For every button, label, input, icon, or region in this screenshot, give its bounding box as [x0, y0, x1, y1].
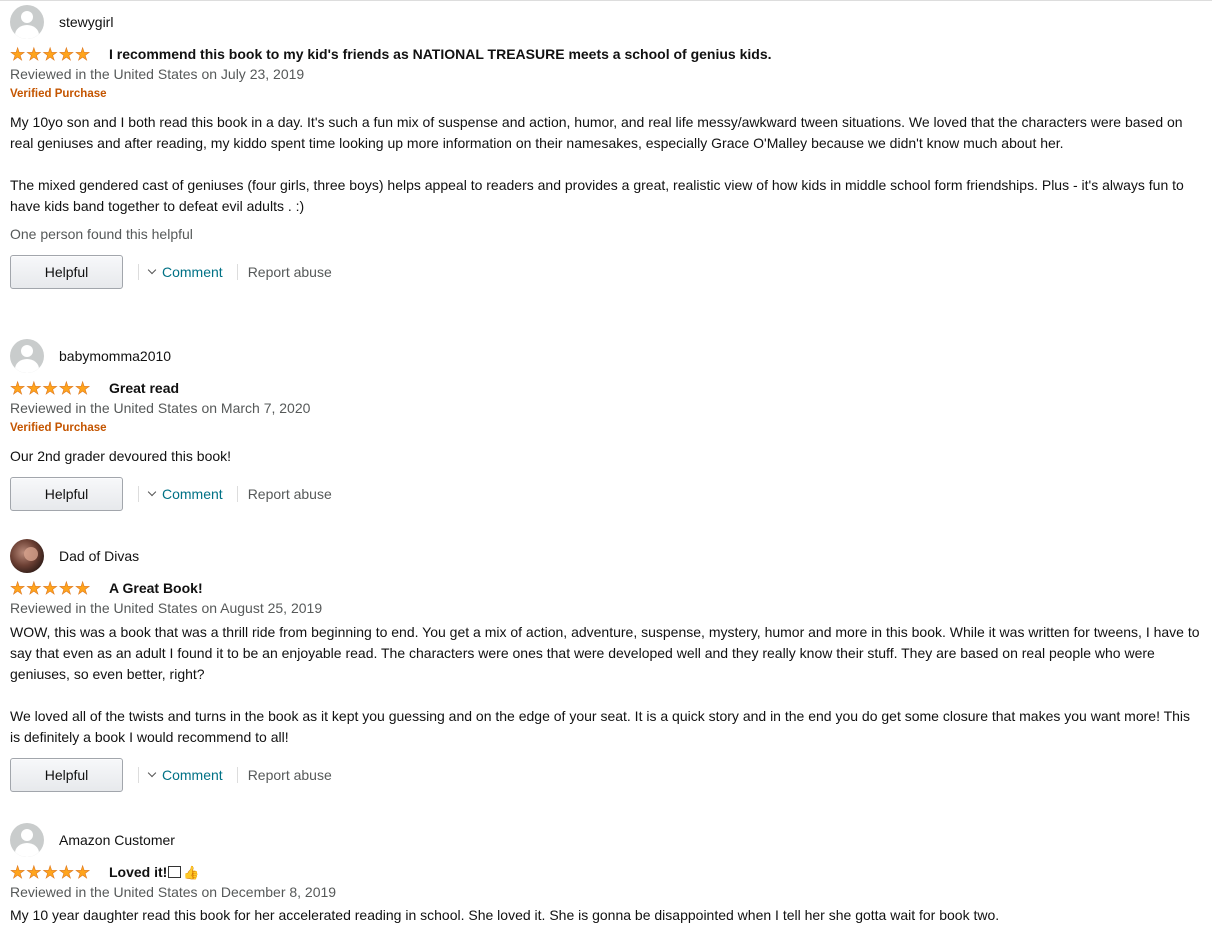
review-body: My 10yo son and I both read this book in… — [10, 112, 1200, 217]
user-photo-avatar — [10, 539, 44, 573]
review-paragraph: WOW, this was a book that was a thrill r… — [10, 624, 1200, 682]
divider — [138, 767, 139, 783]
reviewer-profile[interactable]: stewygirl — [10, 5, 1200, 39]
star-icon: ★ — [58, 578, 74, 598]
report-abuse-link[interactable]: Report abuse — [248, 767, 332, 783]
top-divider — [0, 0, 1212, 1]
review-title-row: ★ ★ ★ ★ ★ A Great Book! — [10, 579, 1200, 597]
star-icon: ★ — [42, 44, 58, 64]
review-title-row: ★ ★ ★ ★ ★ I recommend this book to my kid's … — [10, 45, 1200, 63]
reviewer-name[interactable]: stewygirl — [59, 14, 113, 30]
star-icon: ★ — [75, 44, 91, 64]
review-body: My 10 year daughter read this book for h… — [10, 905, 1200, 926]
review-body: WOW, this was a book that was a thrill r… — [10, 622, 1200, 748]
chevron-down-icon — [147, 768, 157, 778]
review-card: stewygirl ★ ★ ★ ★ ★ I recommend this book to… — [10, 5, 1200, 289]
star-icon: ★ — [42, 862, 58, 882]
review-title-text: Loved it! — [109, 863, 168, 880]
star-rating[interactable]: ★ ★ ★ ★ ★ — [10, 378, 98, 398]
review-actions: Helpful Comment Report abuse — [10, 255, 1200, 289]
comment-link[interactable]: Comment — [147, 767, 223, 783]
helpful-button[interactable]: Helpful — [10, 758, 123, 792]
star-icon: ★ — [26, 378, 42, 398]
helpful-button[interactable]: Helpful — [10, 255, 123, 289]
helpful-count: One person found this helpful — [10, 226, 193, 242]
review-title-row: ★ ★ ★ ★ ★ Loved it! 👍 — [10, 863, 1200, 881]
chevron-down-icon — [147, 487, 157, 497]
reviewer-profile[interactable]: Dad of Divas — [10, 539, 1200, 573]
reviewer-profile[interactable]: babymomma2010 — [10, 339, 1200, 373]
divider — [138, 264, 139, 280]
review-body: Our 2nd grader devoured this book! — [10, 446, 1200, 467]
star-icon: ★ — [10, 378, 26, 398]
book-emoji-icon — [168, 865, 182, 878]
review-date: Reviewed in the United States on March 7… — [10, 400, 311, 416]
review-date: Reviewed in the United States on August … — [10, 600, 323, 616]
report-abuse-link[interactable]: Report abuse — [248, 486, 332, 502]
comment-link[interactable]: Comment — [147, 486, 223, 502]
review-actions: Helpful Comment Report abuse — [10, 477, 1200, 511]
review-date: Reviewed in the United States on July 23… — [10, 66, 305, 82]
review-title[interactable]: A Great Book! — [109, 580, 203, 596]
comment-label: Comment — [162, 264, 223, 280]
star-icon: ★ — [75, 578, 91, 598]
review-title[interactable]: Great read — [109, 380, 179, 396]
review-title[interactable]: I recommend this book to my kid's friend… — [109, 46, 772, 62]
review-card: Dad of Divas ★ ★ ★ ★ ★ A Great Book! Reviewe… — [10, 539, 1200, 792]
comment-label: Comment — [162, 486, 223, 502]
reviewer-profile[interactable]: Amazon Customer — [10, 823, 1200, 857]
review-paragraph: My 10 year daughter read this book for h… — [10, 907, 1000, 923]
review-date: Reviewed in the United States on Decembe… — [10, 884, 337, 900]
review-title[interactable]: Loved it! 👍 — [109, 864, 200, 881]
star-rating[interactable]: ★ ★ ★ ★ ★ — [10, 862, 98, 882]
helpful-button[interactable]: Helpful — [10, 477, 123, 511]
star-icon: ★ — [26, 578, 42, 598]
star-icon: ★ — [26, 862, 42, 882]
review-title-row: ★ ★ ★ ★ ★ Great read — [10, 379, 1200, 397]
thumbs-up-icon: 👍 — [183, 864, 200, 880]
star-icon: ★ — [58, 378, 74, 398]
star-icon: ★ — [75, 862, 91, 882]
verified-purchase-badge: Verified Purchase — [10, 422, 107, 434]
star-icon: ★ — [26, 44, 42, 64]
review-paragraph: Our 2nd grader devoured this book! — [10, 448, 232, 464]
review-actions: Helpful Comment Report abuse — [10, 758, 1200, 792]
divider — [236, 486, 238, 502]
review-card: babymomma2010 ★ ★ ★ ★ ★ Great read Reviewed … — [10, 339, 1200, 511]
star-icon: ★ — [42, 578, 58, 598]
star-icon: ★ — [10, 578, 26, 598]
chevron-down-icon — [147, 265, 157, 275]
divider — [236, 264, 238, 280]
reviewer-name[interactable]: Dad of Divas — [59, 548, 139, 564]
divider — [138, 486, 139, 502]
star-icon: ★ — [58, 862, 74, 882]
star-icon: ★ — [75, 378, 91, 398]
review-paragraph: The mixed gendered cast of geniuses (fou… — [10, 177, 1184, 214]
star-icon: ★ — [58, 44, 74, 64]
star-rating[interactable]: ★ ★ ★ ★ ★ — [10, 578, 98, 598]
default-user-avatar-icon — [10, 5, 44, 39]
review-card: Amazon Customer ★ ★ ★ ★ ★ Loved it! 👍 Reviewe… — [10, 823, 1200, 926]
star-rating[interactable]: ★ ★ ★ ★ ★ — [10, 44, 98, 64]
comment-label: Comment — [162, 767, 223, 783]
review-paragraph: We loved all of the twists and turns in … — [10, 708, 1191, 745]
star-icon: ★ — [10, 862, 26, 882]
star-icon: ★ — [10, 44, 26, 64]
reviewer-name[interactable]: babymomma2010 — [59, 348, 171, 364]
default-user-avatar-icon — [10, 339, 44, 373]
divider — [236, 767, 238, 783]
report-abuse-link[interactable]: Report abuse — [248, 264, 332, 280]
review-paragraph: My 10yo son and I both read this book in… — [10, 114, 1183, 151]
comment-link[interactable]: Comment — [147, 264, 223, 280]
verified-purchase-badge: Verified Purchase — [10, 88, 107, 100]
star-icon: ★ — [42, 378, 58, 398]
default-user-avatar-icon — [10, 823, 44, 857]
reviewer-name[interactable]: Amazon Customer — [59, 832, 175, 848]
